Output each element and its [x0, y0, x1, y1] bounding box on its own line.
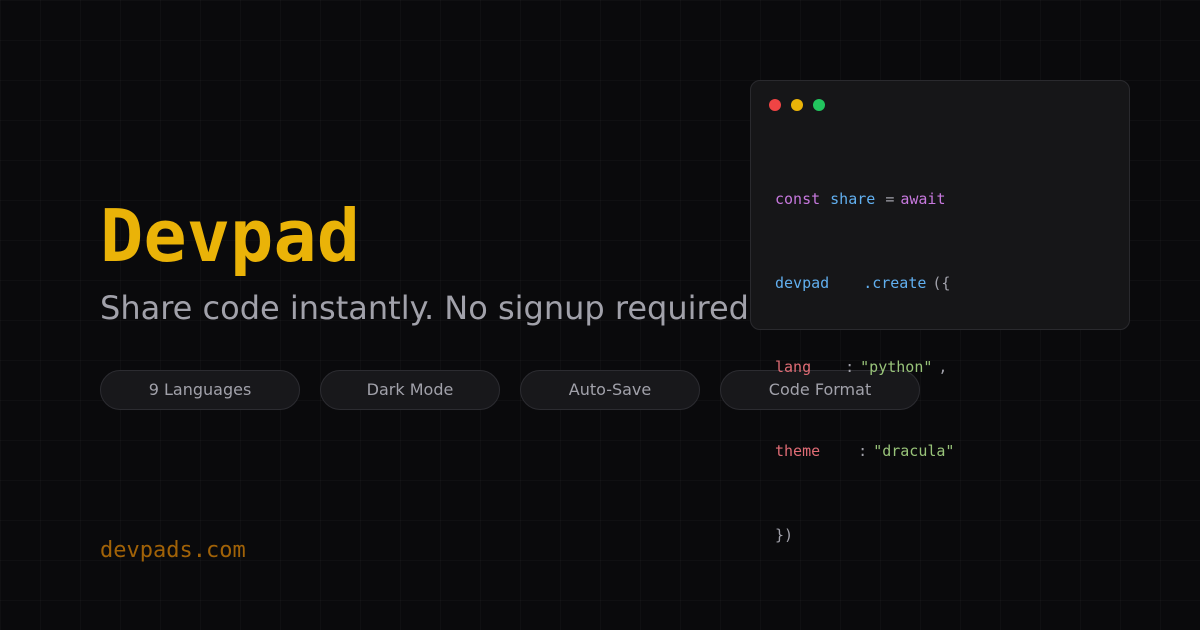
- domain-link[interactable]: devpads.com: [100, 536, 246, 566]
- feature-badge-auto-save: Auto-Save: [520, 370, 700, 410]
- code-keyword: const: [775, 190, 821, 208]
- maximize-dot-icon: [813, 99, 825, 111]
- code-punctuation: ,: [938, 358, 948, 376]
- feature-badge-dark-mode: Dark Mode: [320, 370, 500, 410]
- close-dot-icon: [769, 99, 781, 111]
- code-line: devpad .create ({: [775, 269, 954, 297]
- code-string: "python": [860, 358, 933, 376]
- minimize-dot-icon: [791, 99, 803, 111]
- tagline: Share code instantly. No signup required…: [100, 289, 760, 327]
- code-property: lang: [775, 358, 812, 376]
- code-punctuation: :: [845, 358, 855, 376]
- code-line: const share = await: [775, 185, 954, 213]
- page-title: Devpad: [100, 194, 361, 278]
- code-line: theme: "dracula": [775, 437, 954, 465]
- code-operator: =: [885, 190, 895, 208]
- feature-badge-languages: 9 Languages: [100, 370, 300, 410]
- code-identifier: share: [830, 190, 876, 208]
- code-line: lang: "python",: [775, 353, 954, 381]
- code-window: const share = await devpad .create ({ lang: "p…: [750, 80, 1130, 544]
- code-punctuation: ({: [932, 274, 951, 292]
- code-punctuation: :: [858, 442, 868, 460]
- code-keyword: await: [900, 190, 946, 208]
- code-identifier: devpad: [775, 274, 830, 292]
- code-property: theme: [775, 442, 821, 460]
- code-method: .create: [863, 274, 927, 292]
- code-snippet: const share = await devpad .create ({ lang: "p…: [775, 129, 954, 605]
- code-line: }): [775, 521, 954, 549]
- code-string: "dracula": [873, 442, 955, 460]
- code-punctuation: }): [775, 526, 794, 544]
